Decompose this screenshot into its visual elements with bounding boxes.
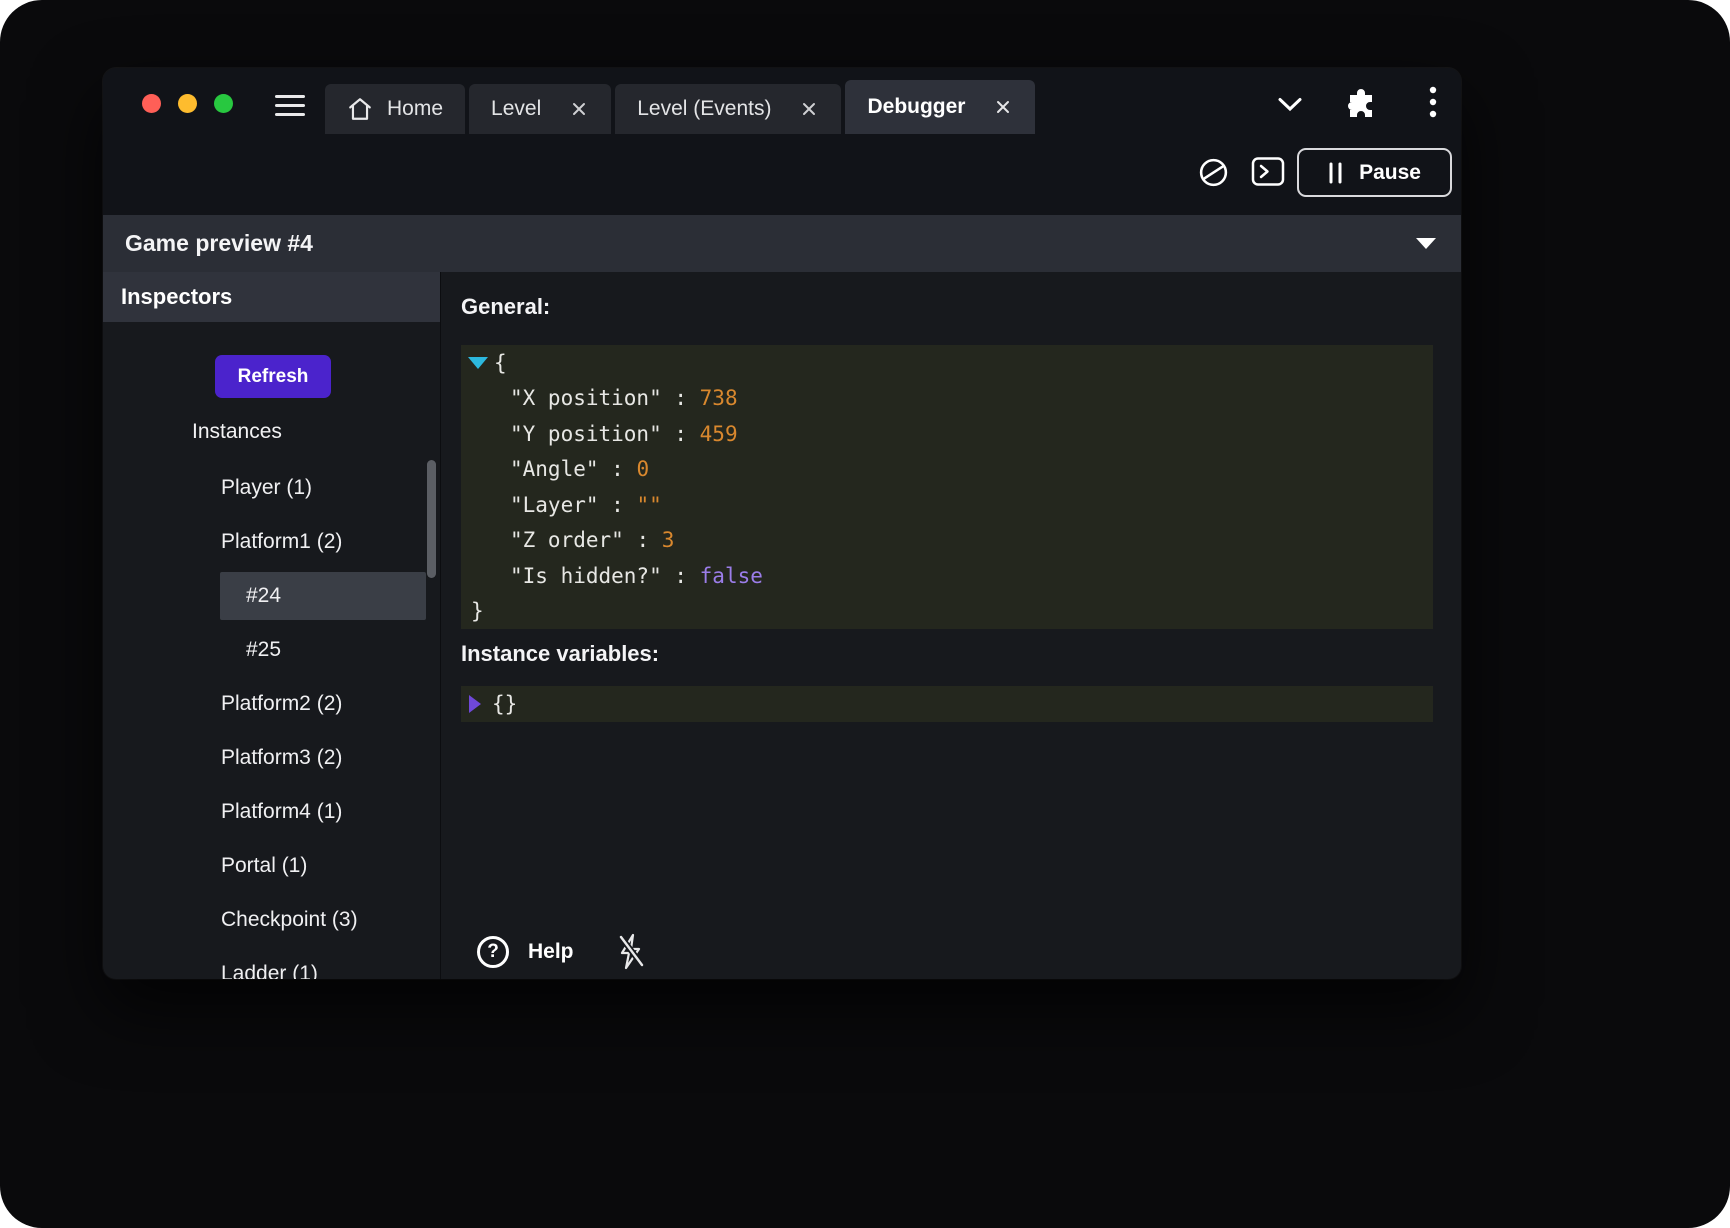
console-icon[interactable] — [1251, 156, 1285, 187]
help-label: Help — [528, 940, 574, 964]
json-value: 738 — [700, 386, 738, 410]
json-key: "Angle" — [510, 457, 599, 481]
instance-variables-label: Instance variables: — [461, 641, 659, 667]
tab-bar: Home Level Level (Events) Debugger — [103, 68, 1461, 134]
tab-debugger[interactable]: Debugger — [845, 80, 1035, 134]
json-key: "Layer" — [510, 493, 599, 517]
tree-item-label: Platform3 (2) — [221, 746, 342, 770]
tree-item-label: Checkpoint (3) — [221, 908, 358, 932]
json-separator: : — [662, 386, 700, 410]
expand-arrow-icon[interactable] — [469, 695, 481, 713]
json-row: "Angle" : 0 — [461, 452, 1433, 488]
tree-item-ladder[interactable]: Ladder (1) — [103, 947, 440, 979]
pause-button[interactable]: Pause — [1297, 148, 1452, 197]
json-row: "X position" : 738 — [461, 381, 1433, 417]
json-value: false — [700, 564, 763, 588]
inspector-detail-panel: General: { "X position" : 738 "Y positio… — [441, 272, 1461, 979]
dropdown-arrow-icon[interactable] — [1415, 237, 1437, 250]
tab-label: Home — [387, 97, 443, 121]
pause-button-label: Pause — [1359, 161, 1421, 185]
window-minimize-button[interactable] — [178, 94, 197, 113]
flash-off-icon[interactable] — [616, 933, 646, 971]
close-icon[interactable] — [799, 99, 819, 119]
inspectors-header: Inspectors — [103, 272, 440, 322]
sidebar-scrollbar-thumb[interactable] — [427, 460, 436, 578]
json-row: "Is hidden?" : false — [461, 558, 1433, 594]
json-row: "Y position" : 459 — [461, 416, 1433, 452]
instance-variables-value: {} — [492, 692, 517, 716]
help-row: ? Help — [477, 933, 646, 971]
tab-strip: Home Level Level (Events) Debugger — [325, 80, 1035, 134]
json-separator: : — [662, 422, 700, 446]
tab-home[interactable]: Home — [325, 84, 465, 134]
tree-item-label: Platform2 (2) — [221, 692, 342, 716]
json-value: 3 — [662, 528, 675, 552]
json-separator: : — [624, 528, 662, 552]
help-icon[interactable]: ? — [477, 936, 509, 968]
tab-level-events[interactable]: Level (Events) — [615, 84, 841, 134]
close-icon[interactable] — [569, 99, 589, 119]
tree-item-label: Player (1) — [221, 476, 312, 500]
debugger-content: Inspectors Refresh Instances Player (1) … — [103, 272, 1461, 979]
tree-item-player[interactable]: Player (1) — [103, 461, 440, 515]
tree-item-portal[interactable]: Portal (1) — [103, 839, 440, 893]
debugger-toolbar: Pause — [103, 134, 1461, 215]
tree-item-label: Portal (1) — [221, 854, 307, 878]
window-close-button[interactable] — [142, 94, 161, 113]
game-preview-header[interactable]: Game preview #4 — [103, 215, 1461, 272]
tree-item-label: #24 — [246, 584, 281, 608]
json-value: 459 — [700, 422, 738, 446]
json-separator: : — [599, 493, 637, 517]
tab-label: Level — [491, 97, 541, 121]
tab-label: Level (Events) — [637, 97, 771, 121]
tree-item-label: Ladder (1) — [221, 962, 318, 979]
json-key: "Y position" — [510, 422, 662, 446]
tab-level[interactable]: Level — [469, 84, 611, 134]
chevron-down-icon[interactable] — [1277, 97, 1303, 112]
speed-limit-icon[interactable] — [1197, 156, 1230, 189]
tree-item-platform4[interactable]: Platform4 (1) — [103, 785, 440, 839]
json-value: 0 — [636, 457, 649, 481]
tree-item-platform2[interactable]: Platform2 (2) — [103, 677, 440, 731]
tree-item-instance-24[interactable]: #24 — [103, 569, 440, 623]
tree-item-instance-25[interactable]: #25 — [103, 623, 440, 677]
json-open-line: { — [461, 345, 1433, 381]
general-json-viewer: { "X position" : 738 "Y position" : 459 … — [461, 345, 1433, 629]
instances-tree: Player (1) Platform1 (2) #24 #25 Platfor… — [103, 461, 440, 979]
debugger-window: Home Level Level (Events) Debugger — [103, 68, 1461, 979]
tree-item-platform3[interactable]: Platform3 (2) — [103, 731, 440, 785]
json-key: "X position" — [510, 386, 662, 410]
open-brace: { — [494, 351, 507, 375]
window-zoom-button[interactable] — [214, 94, 233, 113]
json-close-line: } — [461, 594, 1433, 630]
close-brace: } — [471, 599, 484, 623]
tree-item-checkpoint[interactable]: Checkpoint (3) — [103, 893, 440, 947]
close-icon[interactable] — [993, 97, 1013, 117]
home-icon — [347, 97, 373, 121]
json-separator: : — [662, 564, 700, 588]
general-section-label: General: — [461, 294, 550, 320]
refresh-button[interactable]: Refresh — [215, 355, 331, 398]
inspectors-title: Inspectors — [121, 284, 232, 310]
json-row: "Z order" : 3 — [461, 523, 1433, 559]
collapse-arrow-icon[interactable] — [468, 357, 488, 369]
tree-item-label: Platform4 (1) — [221, 800, 342, 824]
json-separator: : — [599, 457, 637, 481]
json-value: "" — [636, 493, 661, 517]
tree-item-platform1[interactable]: Platform1 (2) — [103, 515, 440, 569]
json-row: "Layer" : "" — [461, 487, 1433, 523]
tree-item-label: Platform1 (2) — [221, 530, 342, 554]
instance-variables-viewer: {} — [461, 686, 1433, 722]
extensions-puzzle-icon[interactable] — [1346, 89, 1376, 119]
json-key: "Is hidden?" — [510, 564, 662, 588]
kebab-menu-icon[interactable] — [1429, 85, 1437, 119]
pause-icon — [1328, 162, 1343, 184]
json-key: "Z order" — [510, 528, 624, 552]
hamburger-menu-icon[interactable] — [275, 95, 305, 116]
tab-label: Debugger — [867, 95, 965, 119]
game-preview-title: Game preview #4 — [125, 230, 313, 257]
instances-root-label[interactable]: Instances — [192, 420, 282, 444]
tree-item-label: #25 — [246, 638, 281, 662]
inspectors-sidebar: Inspectors Refresh Instances Player (1) … — [103, 272, 441, 979]
